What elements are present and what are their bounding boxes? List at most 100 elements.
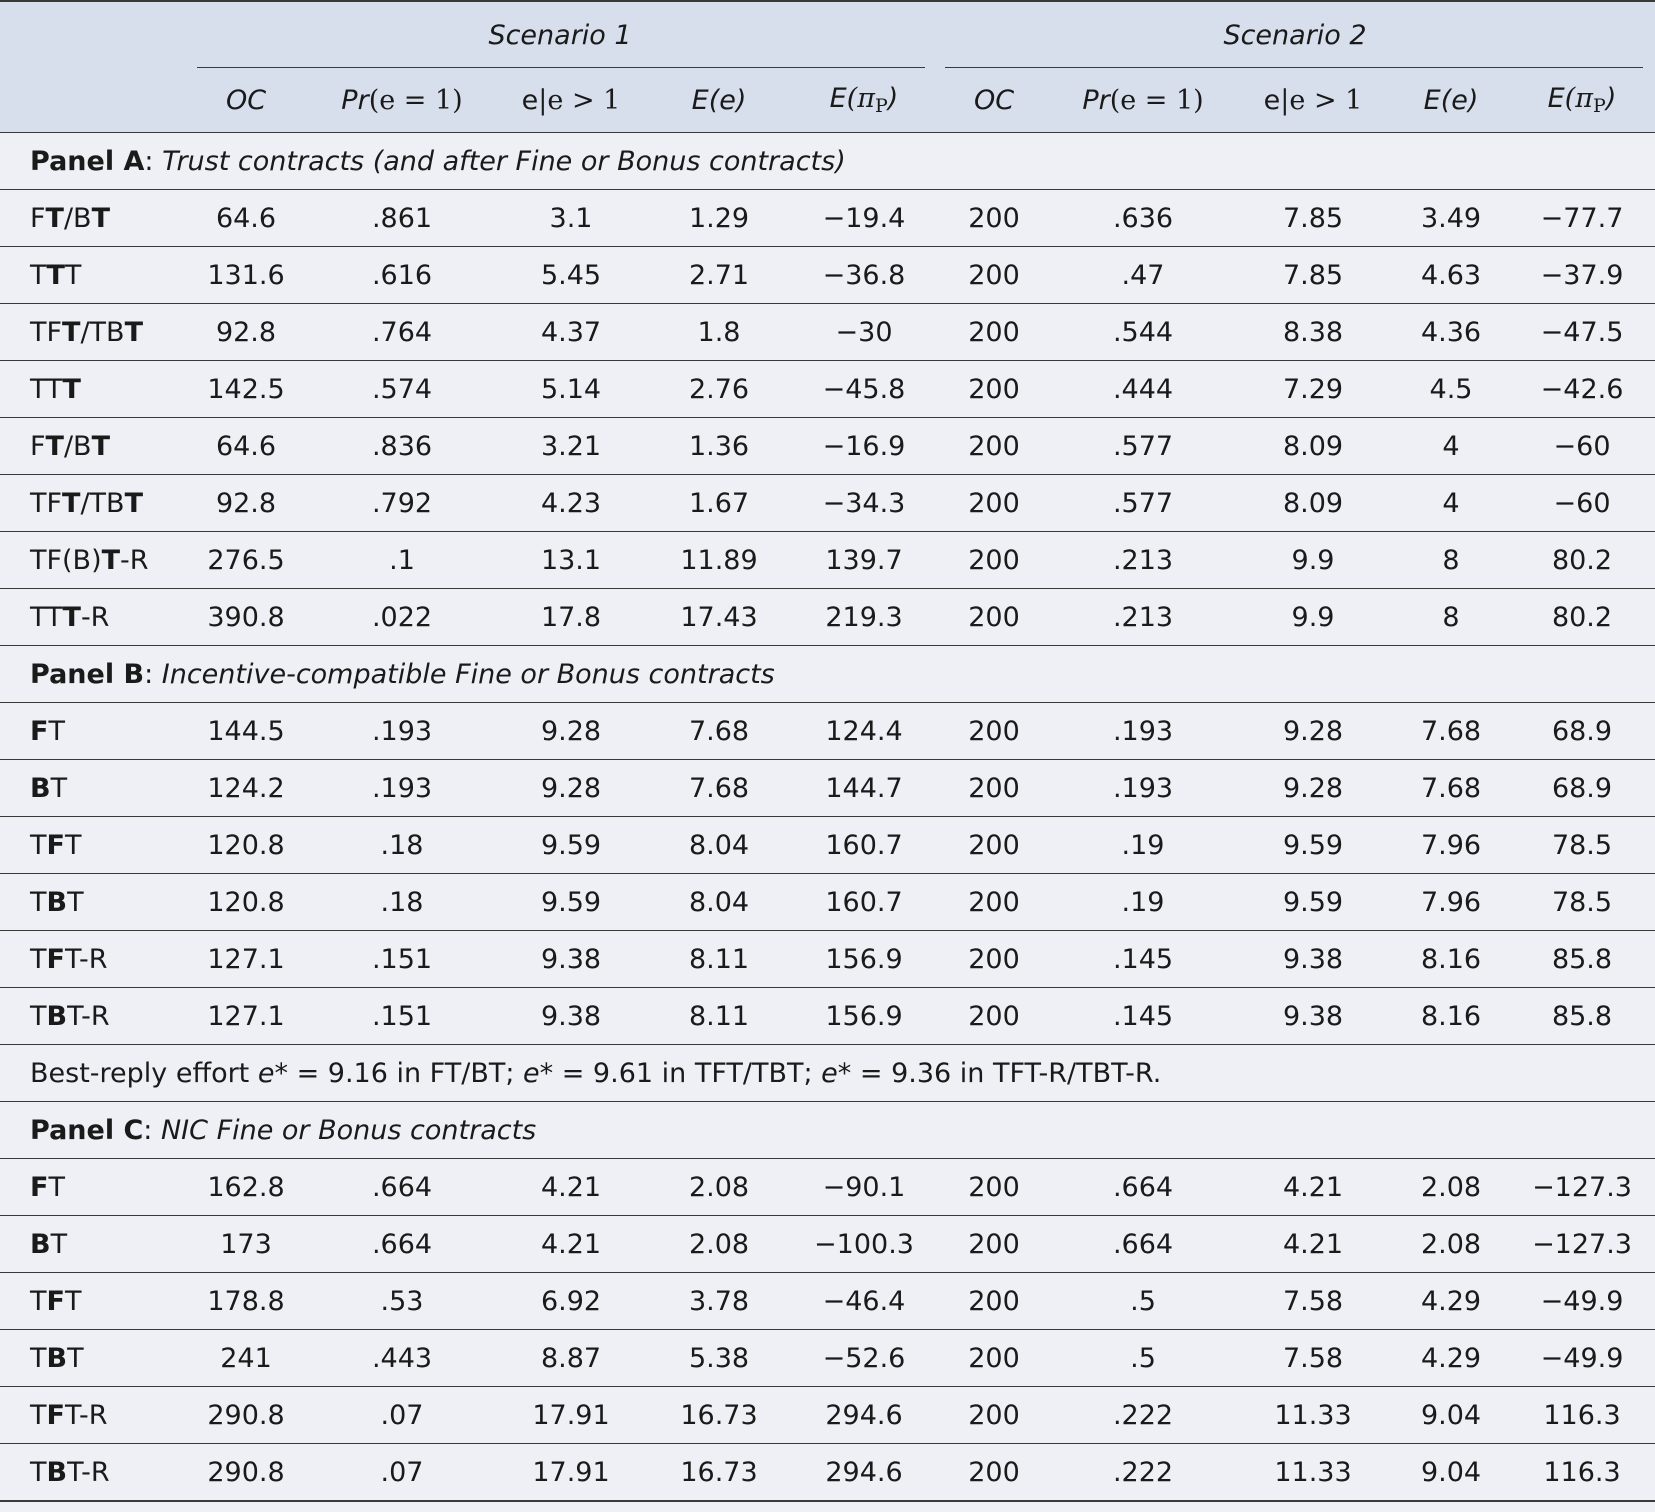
- note-text: * = 9.16 in FT/BT;: [274, 1057, 524, 1089]
- col-cond-rest: |e > 1: [1280, 84, 1363, 116]
- table-cell: 200: [935, 1272, 1054, 1330]
- table-cell: .151: [307, 930, 497, 988]
- table-row: FT/BT 64.6.836 3.21 1.36 −16.9 200.577 8.09 4 −6…: [0, 417, 1655, 475]
- table-cell: 3.1: [497, 189, 645, 247]
- table-cell: −16.9: [793, 417, 936, 475]
- row-label-part: T: [48, 1171, 65, 1203]
- table-cell: 200: [935, 531, 1054, 589]
- table-cell: 9.59: [1233, 816, 1394, 874]
- table-cell: .444: [1053, 360, 1234, 418]
- row-label-part: T: [50, 772, 68, 804]
- table-cell: .19: [1053, 816, 1234, 874]
- table-cell: 200: [935, 987, 1054, 1045]
- table-cell: .616: [307, 246, 497, 304]
- table-cell: 200: [935, 360, 1054, 418]
- table-cell: 64.6: [185, 189, 307, 247]
- table-cell: .151: [307, 987, 497, 1045]
- table-cell: 85.8: [1509, 987, 1655, 1045]
- table-cell: 17.43: [645, 588, 793, 646]
- table-cell: 4: [1393, 474, 1510, 532]
- row-label-part: B: [46, 1000, 68, 1032]
- table-cell: 4.23: [497, 474, 645, 532]
- table-cell: .07: [307, 1386, 497, 1444]
- col-exp-pi-sub: P: [1593, 95, 1606, 117]
- table-cell: .193: [1053, 702, 1234, 760]
- table-cell: 1.8: [645, 303, 793, 361]
- col-pr-text: Pr: [341, 84, 369, 116]
- row-label: TBT: [0, 873, 185, 931]
- table-cell: .5: [1053, 1329, 1234, 1387]
- table-cell: 16.73: [645, 1443, 793, 1502]
- table-cell: −49.9: [1509, 1272, 1655, 1330]
- table-cell: 139.7: [793, 531, 936, 589]
- table-cell: 120.8: [185, 873, 307, 931]
- panel-title: Trust contracts (and after Fine or Bonus…: [162, 145, 846, 177]
- col-exp-pi-label: E: [829, 83, 847, 114]
- col-exp-pi-sub: P: [875, 95, 888, 117]
- scenario-1-header: Scenario 1: [185, 0, 936, 69]
- panel-separator: :: [144, 658, 162, 690]
- table-cell: 78.5: [1509, 873, 1655, 931]
- table-cell: 131.6: [185, 246, 307, 304]
- table-cell: 390.8: [185, 588, 307, 646]
- row-label: TTT: [0, 246, 185, 304]
- table-cell: .022: [307, 588, 497, 646]
- table-cell: 124.4: [793, 702, 936, 760]
- table-row: TBT-R 290.8.07 17.91 16.73 294.6 200.222 11.33…: [0, 1443, 1655, 1502]
- table-cell: 200: [935, 1386, 1054, 1444]
- table-cell: .664: [307, 1158, 497, 1216]
- col-exp-pi-label: E: [1547, 83, 1565, 114]
- table-cell: 200: [935, 246, 1054, 304]
- table-cell: 4.29: [1393, 1272, 1510, 1330]
- results-table-page: Scenario 1 Scenario 2 OC Pr(e = 1) e|e >…: [0, 0, 1655, 1512]
- table-cell: −127.3: [1509, 1215, 1655, 1273]
- table-cell: 64.6: [185, 417, 307, 475]
- table-cell: 8.09: [1233, 417, 1394, 475]
- table-cell: 178.8: [185, 1272, 307, 1330]
- table-cell: 2.08: [645, 1158, 793, 1216]
- table-row: BT 124.2.193 9.28 7.68 144.7 200.193 9.28 7.68 6…: [0, 759, 1655, 817]
- col-pr-text: Pr: [1082, 84, 1110, 116]
- table-cell: 9.59: [497, 816, 645, 874]
- table-body: Panel A: Trust contracts (and after Fine…: [0, 132, 1655, 1502]
- row-label-part: T: [30, 259, 47, 291]
- table-cell: 200: [935, 588, 1054, 646]
- row-label-part: T: [101, 544, 121, 576]
- table-row: TFT 120.8.18 9.59 8.04 160.7 200.19 9.59 7.96 78…: [0, 816, 1655, 874]
- table-cell: 4: [1393, 417, 1510, 475]
- table-cell: 1.36: [645, 417, 793, 475]
- row-label: TTT: [0, 360, 185, 418]
- table-cell: 8: [1393, 531, 1510, 589]
- table-cell: 8: [1393, 588, 1510, 646]
- row-label-part: F: [46, 1399, 65, 1431]
- row-label-part: T: [45, 430, 64, 462]
- table-cell: .764: [307, 303, 497, 361]
- table-cell: 127.1: [185, 930, 307, 988]
- table-cell: 4.63: [1393, 246, 1510, 304]
- table-cell: −19.4: [793, 189, 936, 247]
- table-cell: 2.08: [645, 1215, 793, 1273]
- col-cond-effort-s2: e|e > 1: [1233, 68, 1394, 133]
- note-text: e: [523, 1057, 540, 1089]
- column-header-row: OC Pr(e = 1) e|e > 1 E(e) E(πP) OC Pr(e …: [0, 68, 1655, 133]
- row-label: TFT: [0, 816, 185, 874]
- col-oc-s1: OC: [185, 68, 307, 133]
- table-cell: 9.38: [1233, 930, 1394, 988]
- table-cell: 7.58: [1233, 1272, 1394, 1330]
- table-cell: 9.28: [497, 702, 645, 760]
- table-cell: 200: [935, 417, 1054, 475]
- table-row: FT/BT 64.6.861 3.1 1.29 −19.4 200.636 7.85 3.49…: [0, 189, 1655, 247]
- table-cell: 9.38: [497, 930, 645, 988]
- row-label-part: F: [46, 829, 65, 861]
- table-cell: 92.8: [185, 474, 307, 532]
- table-cell: 200: [935, 873, 1054, 931]
- row-label: TFT: [0, 1272, 185, 1330]
- table-cell: 4.21: [497, 1215, 645, 1273]
- table-cell: 9.9: [1233, 588, 1394, 646]
- row-label-part: T: [67, 1342, 84, 1374]
- table-cell: 2.08: [1393, 1158, 1510, 1216]
- table-cell: −37.9: [1509, 246, 1655, 304]
- table-cell: 7.58: [1233, 1329, 1394, 1387]
- row-label-part: T: [30, 1000, 47, 1032]
- row-label: FT/BT: [0, 189, 185, 247]
